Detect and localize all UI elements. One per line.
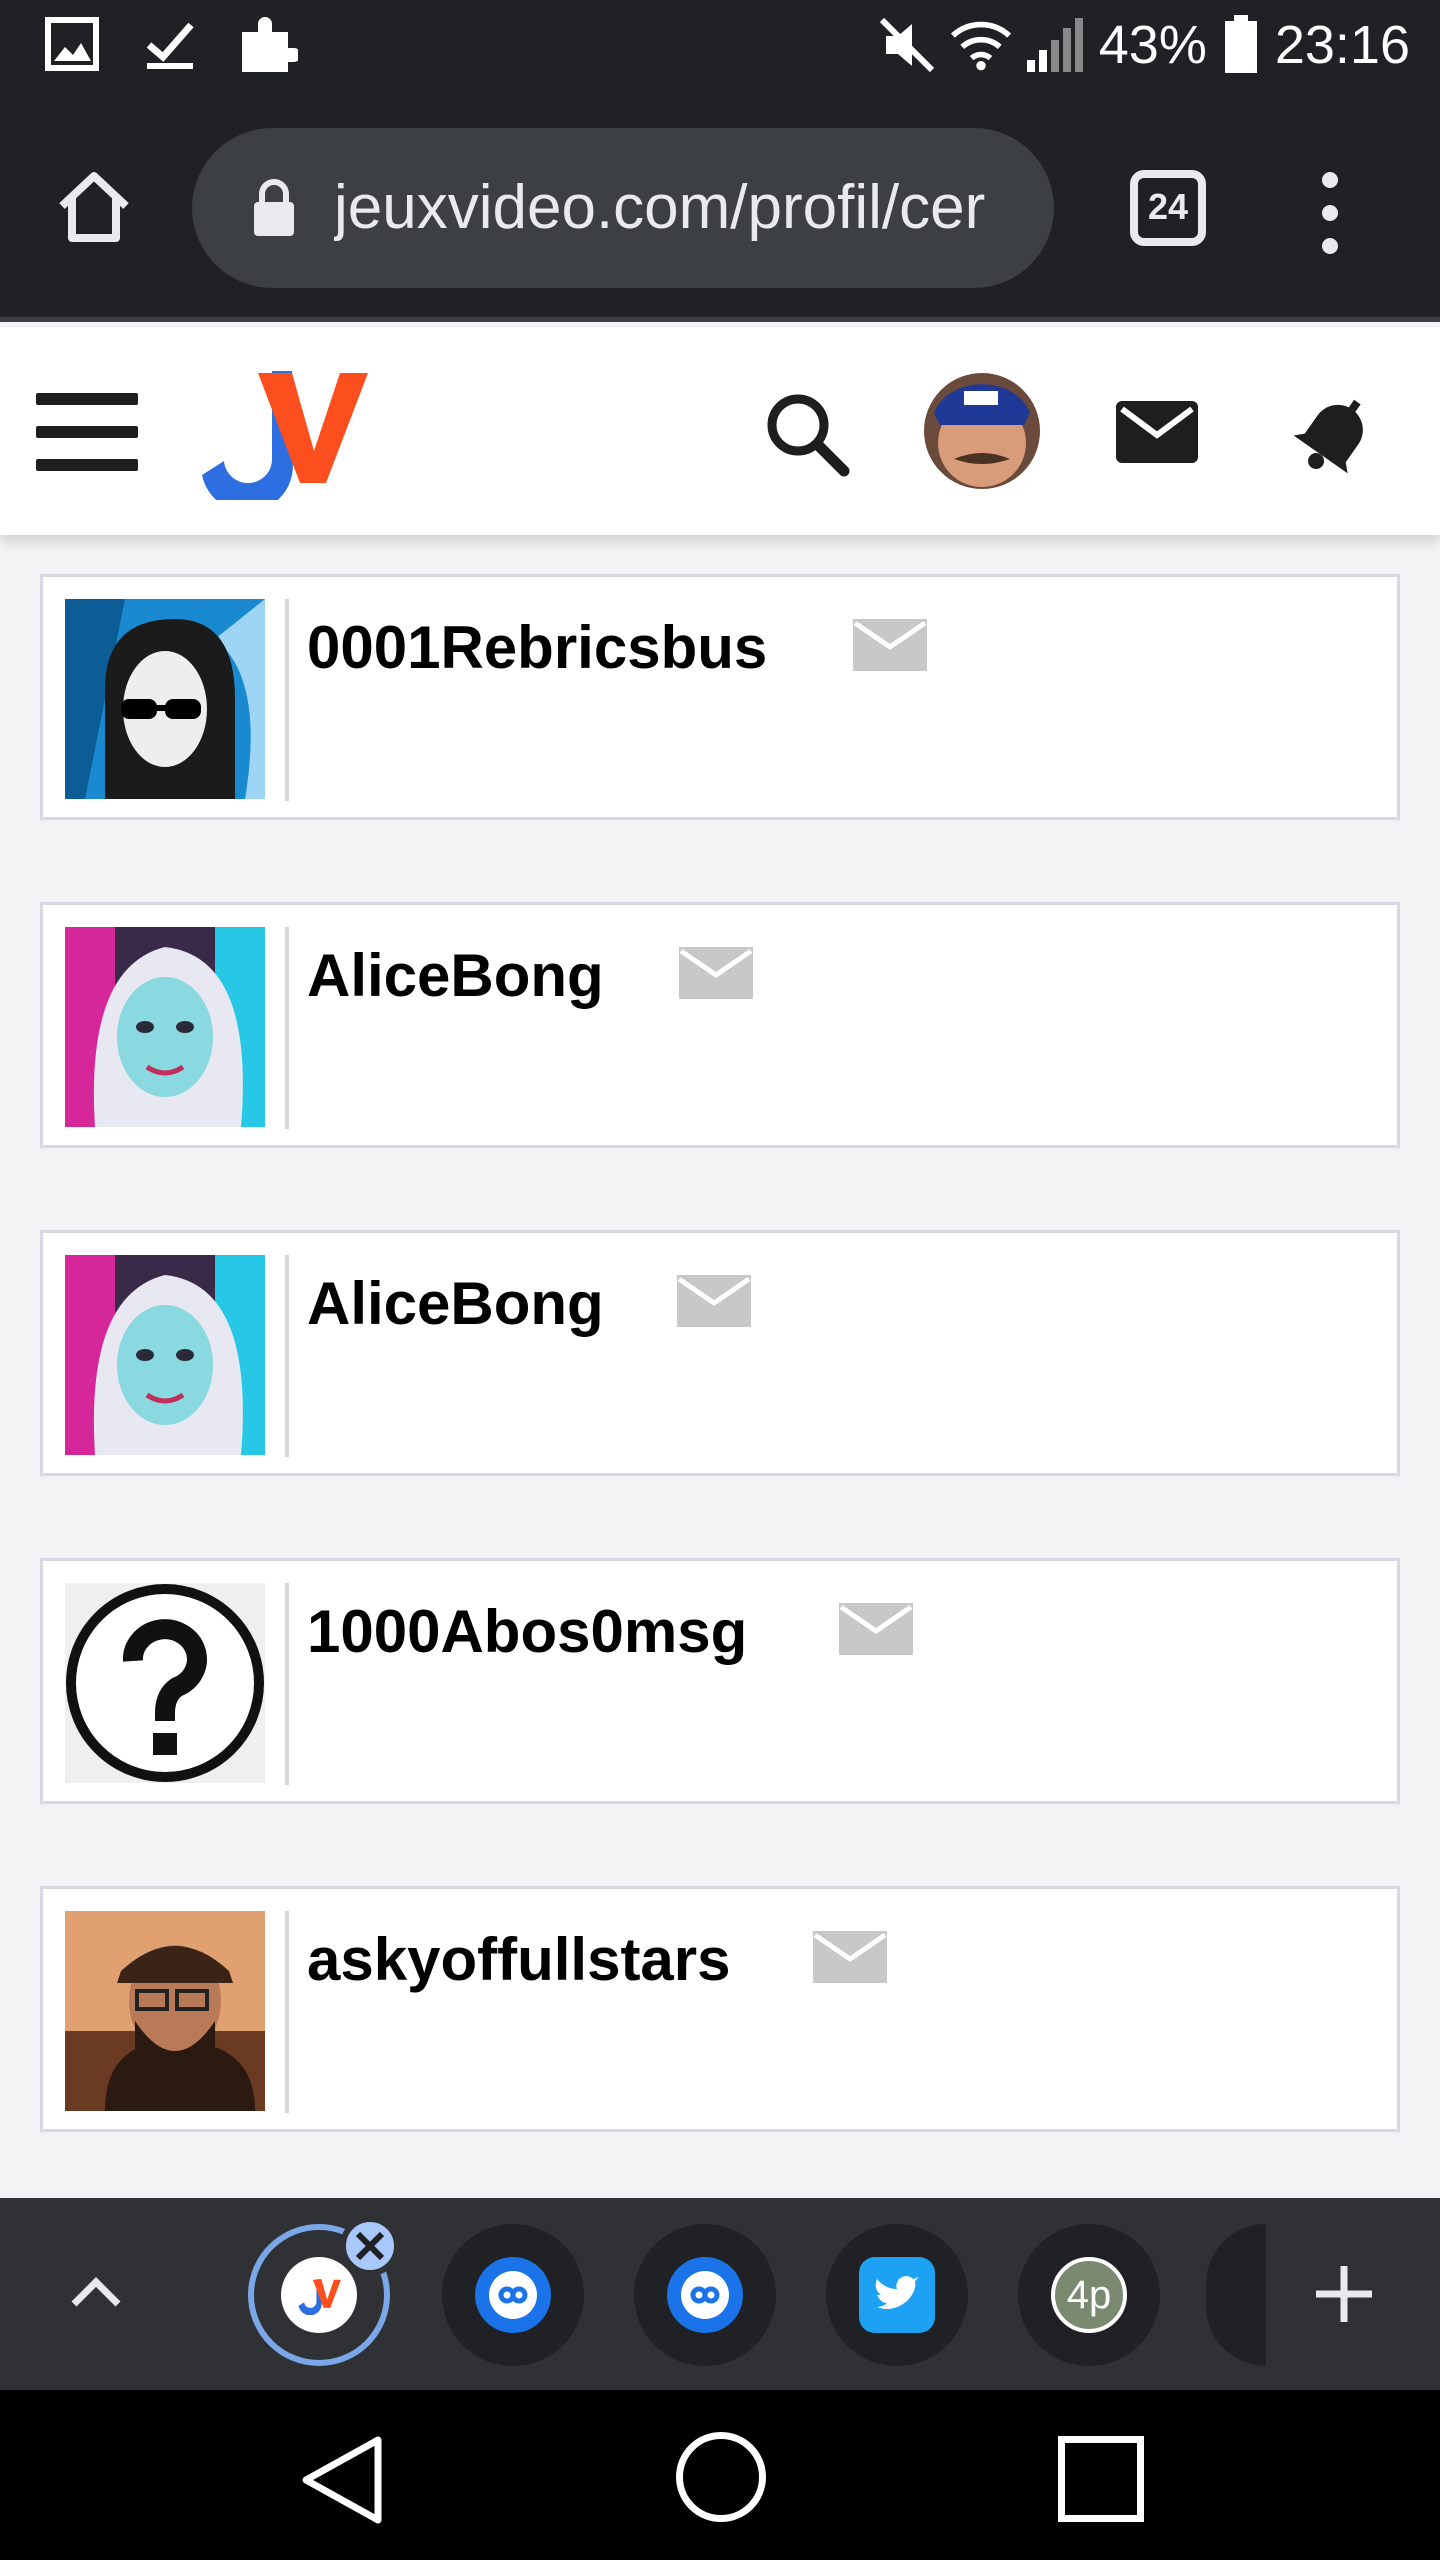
recent-apps-button[interactable] — [1058, 2436, 1144, 2522]
tab-twitter[interactable] — [826, 2224, 968, 2366]
profile-username[interactable]: AliceBong — [307, 941, 604, 1010]
profile-card[interactable]: AliceBong — [40, 1230, 1400, 1476]
tab-partial[interactable] — [1206, 2224, 1266, 2366]
site-header — [0, 327, 1440, 535]
profile-card[interactable]: askyoffullstars — [40, 1886, 1400, 2132]
send-message-icon[interactable] — [813, 1931, 887, 1983]
profile-avatar[interactable] — [65, 599, 265, 799]
gallery-notification-icon — [42, 14, 102, 74]
lock-icon — [250, 178, 298, 238]
tab-4p[interactable]: 4p — [1018, 2224, 1160, 2366]
close-tab-button[interactable] — [340, 2216, 400, 2276]
send-message-icon[interactable] — [839, 1603, 913, 1655]
tab-link-2[interactable] — [634, 2224, 776, 2366]
battery-percent: 43% — [1098, 15, 1207, 75]
notifications-button[interactable] — [1290, 389, 1380, 479]
search-button[interactable] — [762, 389, 852, 479]
plus-icon — [1316, 2266, 1372, 2322]
new-tab-button[interactable] — [1310, 2260, 1378, 2328]
profile-username[interactable]: 0001Rebricsbus — [307, 613, 767, 682]
profile-username[interactable]: 1000Abos0msg — [307, 1597, 747, 1666]
chevron-up-icon — [71, 2277, 121, 2307]
send-message-icon[interactable] — [679, 947, 753, 999]
separator — [285, 1255, 289, 1457]
profile-avatar[interactable] — [65, 927, 265, 1127]
messages-button[interactable] — [1114, 397, 1200, 467]
signal-icon — [1025, 15, 1085, 75]
wifi-icon — [950, 15, 1011, 75]
send-message-icon[interactable] — [677, 1275, 751, 1327]
home-icon — [59, 172, 129, 242]
profile-username[interactable]: AliceBong — [307, 1269, 604, 1338]
profile-card[interactable]: 1000Abos0msg — [40, 1558, 1400, 1804]
user-avatar[interactable] — [924, 373, 1040, 489]
home-circle-button[interactable] — [676, 2432, 766, 2522]
separator — [285, 1911, 289, 2113]
mute-icon — [877, 15, 937, 75]
status-bar: 43% 23:16 — [0, 0, 1440, 100]
search-icon — [767, 394, 850, 477]
separator — [285, 599, 289, 801]
tab-switcher-button[interactable]: 24 — [1130, 170, 1206, 246]
jv-logo[interactable] — [192, 365, 372, 512]
profile-card[interactable]: AliceBong — [40, 902, 1400, 1148]
battery-icon — [1221, 15, 1261, 75]
home-button[interactable] — [52, 164, 136, 248]
twitter-favicon-icon — [859, 2257, 935, 2333]
4p-favicon-icon: 4p — [1051, 2257, 1127, 2333]
puzzle-notification-icon — [238, 14, 298, 74]
tab-link-1[interactable] — [442, 2224, 584, 2366]
overflow-menu-button[interactable] — [1310, 168, 1350, 258]
more-vert-icon — [1322, 172, 1338, 254]
link-favicon-icon — [667, 2257, 743, 2333]
system-navigation-bar — [0, 2390, 1440, 2560]
profile-card[interactable]: 0001Rebricsbus — [40, 574, 1400, 820]
url-text: jeuxvideo.com/profil/cer — [334, 173, 986, 242]
profile-avatar[interactable] — [65, 1255, 265, 1455]
expand-tabs-button[interactable] — [66, 2264, 126, 2324]
back-triangle-icon — [302, 2436, 382, 2524]
send-message-icon[interactable] — [853, 619, 927, 671]
separator — [285, 927, 289, 1129]
address-bar[interactable]: jeuxvideo.com/profil/cer — [192, 128, 1054, 288]
checkmark-notification-icon — [140, 14, 200, 74]
profile-avatar[interactable] — [65, 1911, 265, 2111]
back-button[interactable] — [298, 2432, 388, 2528]
clock: 23:16 — [1274, 15, 1410, 75]
profile-username[interactable]: askyoffullstars — [307, 1925, 731, 1994]
browser-toolbar: jeuxvideo.com/profil/cer 24 — [0, 100, 1440, 322]
hamburger-menu-button[interactable] — [36, 393, 138, 471]
profile-avatar[interactable] — [65, 1583, 265, 1783]
tab-strip: 4p — [0, 2198, 1440, 2390]
link-favicon-icon — [475, 2257, 551, 2333]
profile-list: 0001Rebricsbus AliceBong AliceBong 1000A… — [40, 574, 1400, 2214]
mail-icon — [1116, 401, 1198, 463]
close-icon — [355, 2231, 385, 2261]
separator — [285, 1583, 289, 1785]
bell-icon — [1293, 399, 1363, 474]
